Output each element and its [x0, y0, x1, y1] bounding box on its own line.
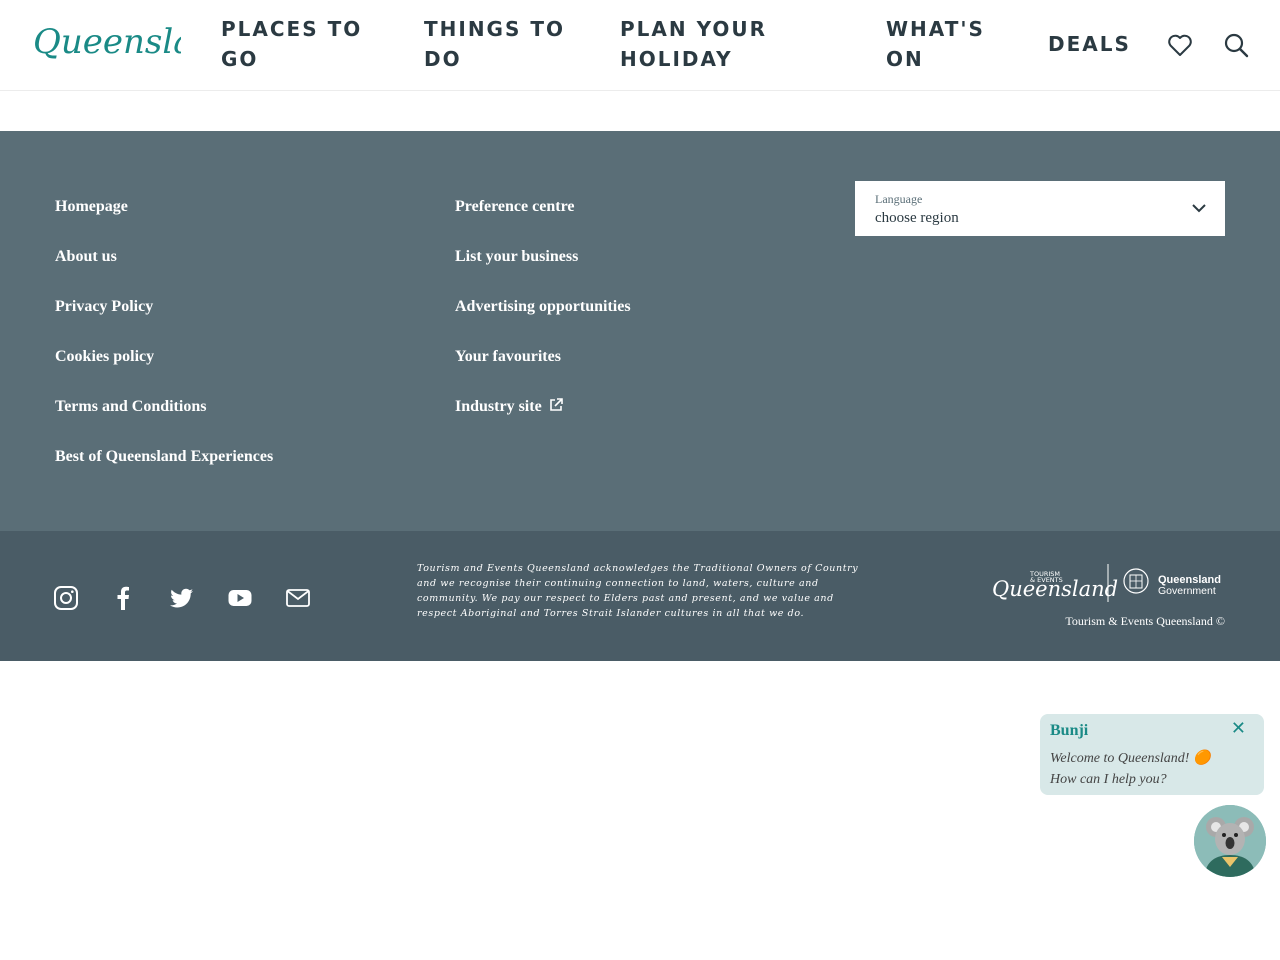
facebook-icon[interactable] [110, 585, 136, 611]
acknowledgement-of-country: Tourism and Events Queensland acknowledg… [417, 563, 859, 619]
nav-deals[interactable]: DEALS [1048, 29, 1131, 59]
footer-link-about-us[interactable]: About us [55, 247, 117, 267]
footer-link-list-your-business[interactable]: List your business [455, 247, 578, 267]
email-icon[interactable] [285, 585, 311, 611]
nav-whats-on[interactable]: WHAT'S ON [886, 14, 985, 74]
twitter-icon[interactable] [169, 585, 195, 611]
nav-places-to-go[interactable]: PLACES TO GO [221, 14, 362, 74]
nav-things-to-do[interactable]: THINGS TO DO [424, 14, 565, 74]
logo-text: Queensland [33, 22, 181, 62]
footer-link-advertising[interactable]: Advertising opportunities [455, 297, 631, 317]
chat-bot-name: Bunji [1050, 722, 1089, 739]
language-value: choose region [875, 210, 959, 226]
nav-plan-your-holiday[interactable]: PLAN YOUR HOLIDAY [620, 14, 767, 74]
close-icon[interactable]: ✕ [1231, 718, 1246, 739]
chat-message: Welcome to Queensland! 🟠 How can I help … [1050, 751, 1211, 787]
footer-links-section: Homepage About us Privacy Policy Cookies… [0, 131, 1280, 531]
teq-logo-text: Queensland [992, 577, 1118, 601]
industry-site-label: Industry site [455, 398, 542, 415]
footer-link-homepage[interactable]: Homepage [55, 197, 128, 217]
footer-link-best-of-queensland[interactable]: Best of Queensland Experiences [55, 447, 273, 467]
footer-link-your-favourites[interactable]: Your favourites [455, 347, 561, 367]
copyright-text: Tourism & Events Queensland © [1065, 614, 1225, 628]
instagram-icon[interactable] [53, 585, 79, 611]
footer-link-privacy-policy[interactable]: Privacy Policy [55, 297, 153, 317]
chat-greeting-bubble[interactable]: Bunji ✕ Welcome to Queensland! 🟠 How can… [1040, 714, 1264, 795]
partner-logos: TOURISM & EVENTS Queensland Queensland G… [990, 564, 1225, 606]
chat-koala-avatar[interactable] [1194, 805, 1266, 877]
footer-link-cookies-policy[interactable]: Cookies policy [55, 347, 154, 367]
footer-link-preference-centre[interactable]: Preference centre [455, 197, 574, 217]
search-icon[interactable] [1222, 31, 1250, 59]
queensland-coat-of-arms-icon [1123, 568, 1149, 594]
qld-gov-text-2: Government [1158, 585, 1216, 597]
footer-bottom-section: Tourism and Events Queensland acknowledg… [0, 531, 1280, 661]
language-label: Language [875, 192, 923, 206]
youtube-icon[interactable] [227, 585, 253, 611]
site-header: Queensland PLACES TO GO THINGS TO DO PLA… [0, 0, 1280, 91]
language-selector[interactable]: Language choose region [855, 181, 1225, 236]
external-link-icon [548, 397, 564, 419]
heart-icon[interactable] [1166, 31, 1194, 59]
queensland-logo[interactable]: Queensland [31, 17, 237, 67]
chevron-down-icon [1191, 201, 1207, 219]
footer-link-industry-site[interactable]: Industry site [455, 397, 564, 419]
footer-link-terms[interactable]: Terms and Conditions [55, 397, 206, 417]
